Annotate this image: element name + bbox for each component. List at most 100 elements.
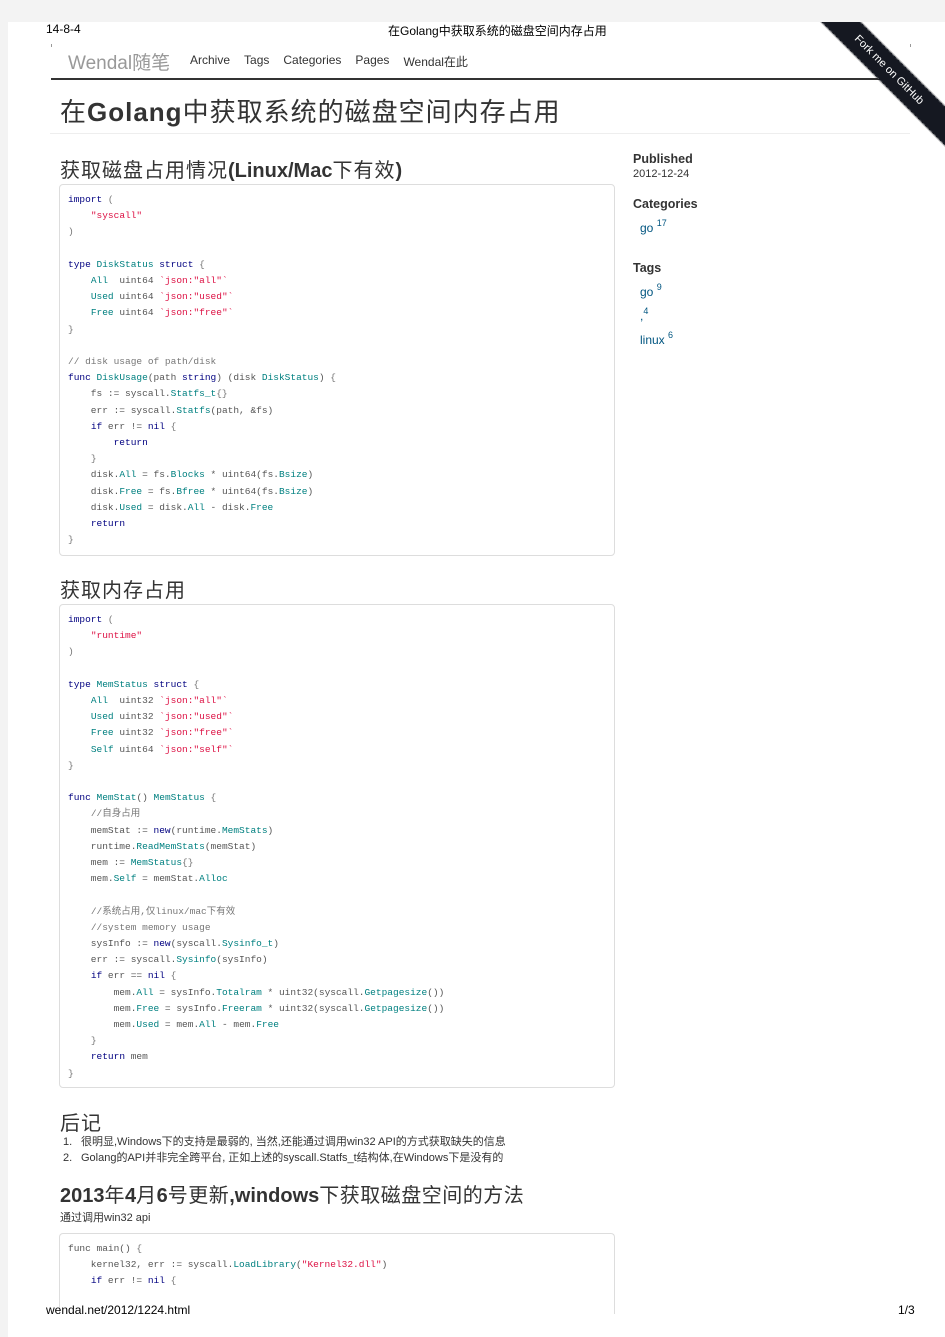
code-token: )	[267, 824, 274, 836]
code-token: //系统占用,仅linux/mac下有效	[90, 905, 236, 917]
code-token: All	[199, 1019, 217, 1031]
heading-text: 下有效	[332, 160, 396, 182]
code-token: uint64	[113, 291, 160, 303]
code-token: runtime.	[68, 840, 137, 852]
brand-logo[interactable]: Wendal随笔	[68, 48, 170, 75]
notes-list: 1. 很明显,Windows下的支持是最弱的, 当然,还能通过调用win32 AP…	[63, 1134, 506, 1166]
code-line: return	[68, 516, 606, 532]
code-token: return	[90, 1051, 126, 1063]
code-token: err ==	[102, 970, 148, 982]
nav-tags[interactable]: Tags	[244, 53, 269, 70]
category-count: 17	[656, 218, 667, 228]
sidebar: Published 2012-12-24 Categories go 17 Ta…	[633, 152, 833, 347]
code-token: (runtime.	[170, 824, 222, 836]
code-line: //自身占用	[68, 806, 606, 822]
print-page-number: 1/3	[898, 1303, 915, 1317]
category-link[interactable]: go 17	[640, 218, 833, 235]
code-line: mem.Free = sysInfo.Freeram * uint32(sysc…	[68, 1001, 606, 1017]
code-line: mem := MemStatus{}	[68, 855, 606, 871]
code-line: import (	[68, 612, 606, 628]
nav-categories[interactable]: Categories	[283, 53, 341, 70]
code-token: )	[318, 372, 331, 384]
code-token: {}	[216, 388, 228, 400]
tag-link[interactable]: go 9	[640, 282, 833, 299]
print-header: 14-8-4 在Golang中获取系统的磁盘空间内存占用	[46, 22, 945, 38]
code-token: Sysinfo	[176, 954, 217, 966]
navbar-corner	[51, 44, 52, 47]
code-token: `json:"free"`	[159, 727, 234, 739]
code-token: disk.	[68, 485, 120, 497]
heading-bold: 6	[156, 1185, 168, 1207]
code-token: uint32	[113, 711, 160, 723]
code-token: uint32	[113, 727, 160, 739]
code-line: }	[68, 1033, 606, 1049]
code-line: type DiskStatus struct {	[68, 257, 606, 273]
code-token: (path, &fs)	[210, 404, 274, 416]
code-line: ​	[68, 887, 606, 903]
code-token: }	[90, 453, 97, 465]
code-line: Used uint32 `json:"used"`	[68, 709, 606, 725]
code-line: import (	[68, 192, 606, 208]
code-token: (sysInfo)	[216, 954, 268, 966]
code-token: fs := syscall.	[68, 388, 171, 400]
code-token: = mem.	[159, 1019, 200, 1031]
code-line: if err != nil {	[68, 1273, 606, 1289]
code-token: }	[68, 1067, 74, 1079]
code-token: All	[90, 275, 108, 287]
code-token: mem	[125, 1051, 148, 1063]
code-token: Self	[90, 743, 114, 755]
fork-me-ribbon[interactable]: Fork me on GitHub	[808, 22, 945, 151]
code-block-disk: import ( "syscall")​type DiskStatus stru…	[59, 184, 615, 556]
code-token: Used	[136, 1019, 160, 1031]
code-token: nil	[147, 420, 165, 432]
nav-about[interactable]: Wendal在此	[403, 53, 467, 70]
code-token: //自身占用	[90, 808, 141, 820]
code-token: disk.	[68, 501, 120, 513]
code-token: * uint64(fs.	[204, 485, 279, 497]
code-token: sysInfo :=	[68, 938, 154, 950]
code-token: MemStats	[221, 824, 268, 836]
code-line: disk.Free = fs.Bfree * uint64(fs.Bsize)	[68, 484, 606, 500]
code-token: struct	[153, 258, 194, 270]
title-prefix: 在	[60, 97, 88, 127]
tag-link[interactable]: linux 6	[640, 330, 833, 347]
code-token: mem.	[68, 1019, 137, 1031]
nav-archive[interactable]: Archive	[190, 53, 230, 70]
code-token: )	[68, 646, 74, 658]
code-token: DiskUsage	[96, 372, 148, 384]
code-token: {	[330, 372, 336, 384]
code-token: * uint64(fs.	[204, 469, 279, 481]
print-date: 14-8-4	[46, 22, 81, 36]
tag-link[interactable]: ,4	[640, 306, 833, 323]
code-token: )	[68, 226, 74, 238]
nav-pages[interactable]: Pages	[355, 53, 389, 70]
code-token: func main()	[68, 1243, 137, 1254]
code-token: {}	[182, 857, 194, 869]
code-token: MemStat	[96, 792, 137, 804]
code-token: ) (disk	[216, 372, 262, 384]
code-token: Bsize	[278, 469, 308, 481]
code-token: Blocks	[170, 469, 205, 481]
list-text: Golang的API并非完全跨平台, 正如上述的syscall.Statfs_t…	[81, 1152, 504, 1164]
code-line: err := syscall.Sysinfo(sysInfo)	[68, 952, 606, 968]
code-line: err := syscall.Statfs(path, &fs)	[68, 403, 606, 419]
code-line: Free uint32 `json:"free"`	[68, 725, 606, 741]
print-url: wendal.net/2012/1224.html	[46, 1303, 191, 1317]
code-token: ())	[427, 1002, 445, 1014]
code-token: )	[307, 485, 314, 497]
code-token: }	[68, 534, 74, 546]
code-token: * uint32(syscall.	[261, 986, 365, 998]
code-line: if err == nil {	[68, 968, 606, 984]
list-number: 2.	[63, 1152, 73, 1164]
code-token: DiskStatus	[261, 372, 319, 384]
